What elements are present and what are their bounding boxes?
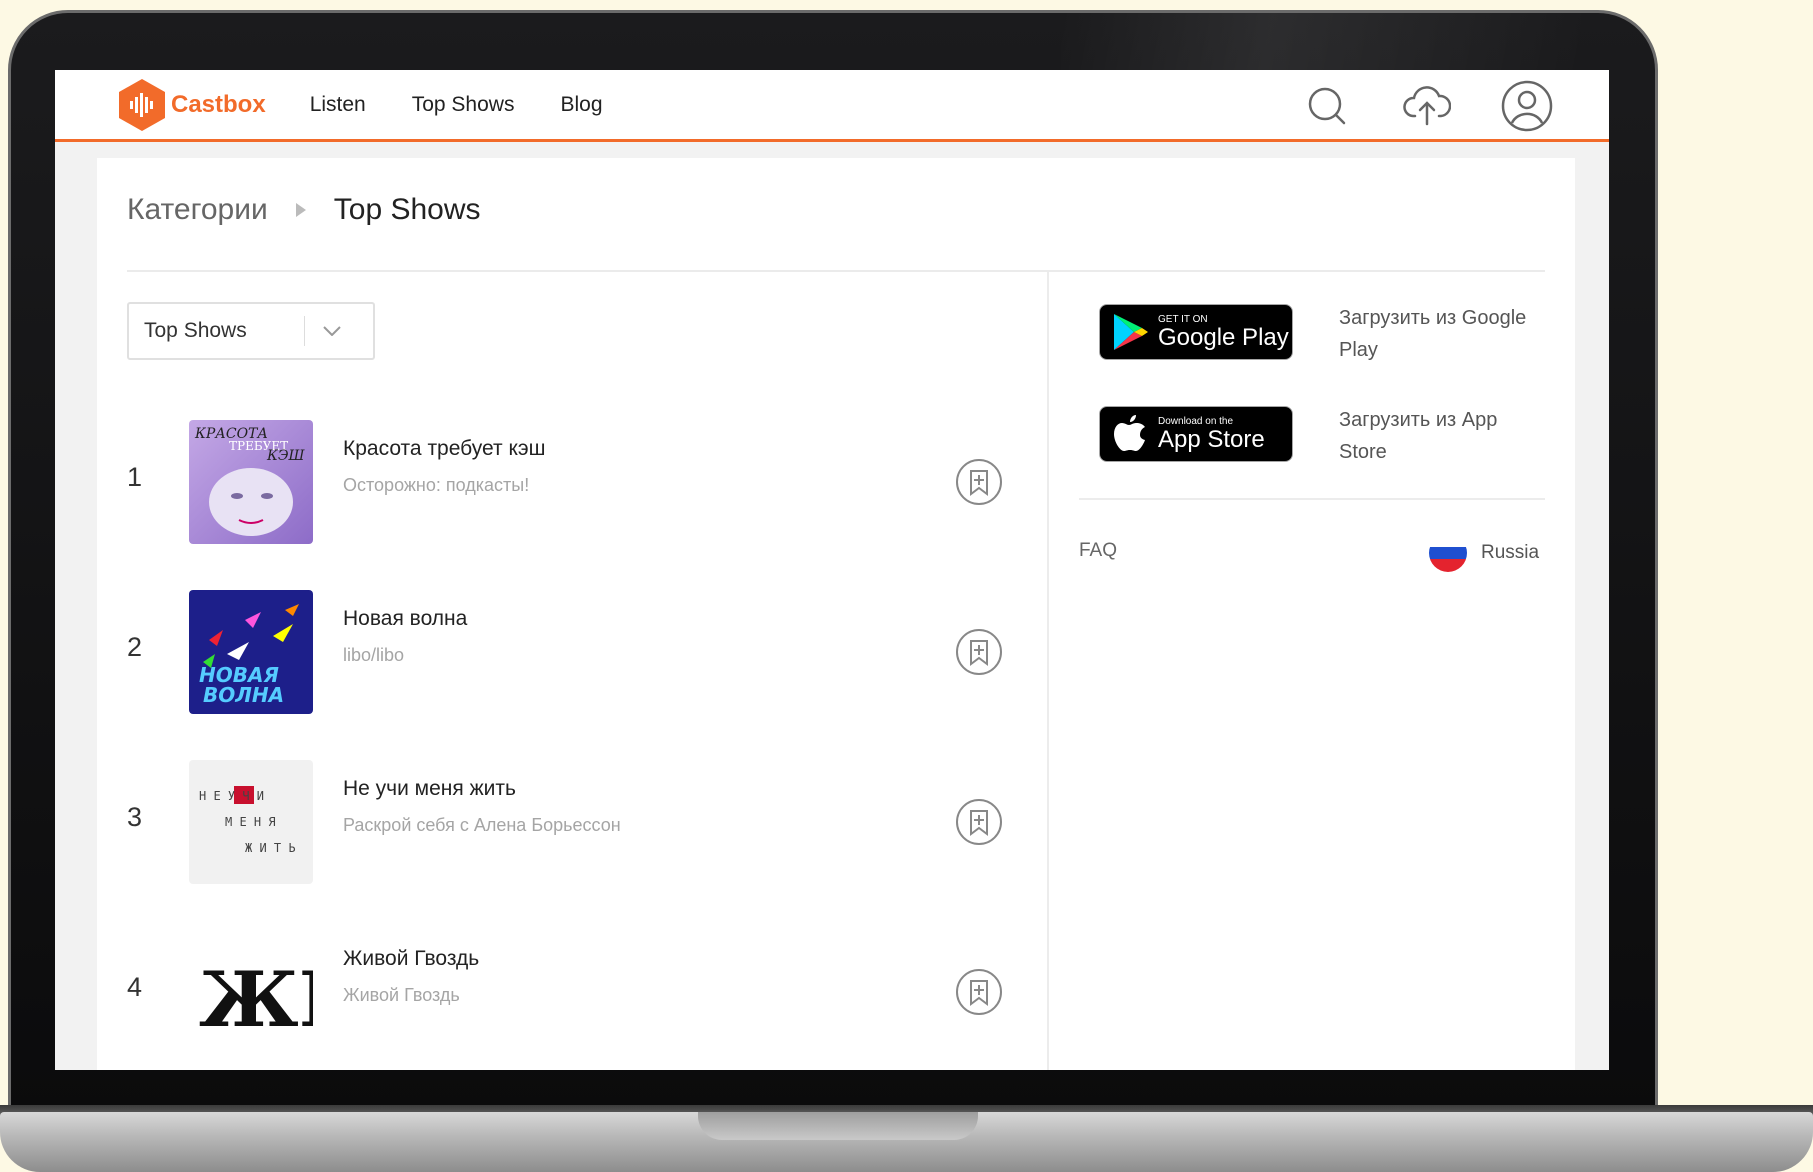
show-title[interactable]: Новая волна [343, 607, 467, 631]
show-rank: 4 [127, 972, 143, 1002]
show-row[interactable]: 2 НОВАЯ ВОЛНА Новая волна libo/libo [127, 590, 1045, 716]
sidebar-column: GET IT ON Google Play Загрузить из Googl… [1049, 272, 1545, 1070]
svg-text:ЖГ: ЖГ [199, 955, 313, 1044]
chevron-down-icon [323, 326, 341, 336]
google-play-caption[interactable]: Загрузить из Google Play [1339, 302, 1539, 366]
svg-text:Н Е У Ч И: Н Е У Ч И [199, 789, 264, 803]
account-icon [1501, 80, 1553, 132]
show-author[interactable]: libo/libo [343, 645, 404, 666]
app-store-caption[interactable]: Загрузить из App Store [1339, 404, 1539, 468]
region-selector[interactable]: Russia [1429, 534, 1539, 572]
google-play-badge[interactable]: GET IT ON Google Play [1099, 304, 1293, 360]
show-cover-image[interactable]: ЖГ [189, 930, 313, 1054]
dropdown-separator [304, 316, 305, 346]
sidebar-divider [1079, 498, 1545, 500]
lid-sheen [1061, 13, 1581, 73]
cover-art: КРАСОТА ТРЕБУЕТ КЭШ [189, 420, 313, 544]
app-store-badge[interactable]: Download on the App Store [1099, 406, 1293, 462]
logo-text: Castbox [171, 90, 266, 118]
dropdown-value: Top Shows [144, 319, 247, 342]
subscribe-bookmark-icon[interactable] [955, 798, 1003, 846]
svg-text:М Е Н Я: М Е Н Я [225, 815, 276, 829]
show-row[interactable]: 4 ЖГ Живой Гвоздь Живой Гвоздь [127, 930, 1045, 1056]
show-cover-image[interactable]: Н Е У Ч И М Е Н Я Ж И Т Ь [189, 760, 313, 884]
badge-big-text: Google Play [1158, 323, 1289, 351]
search-icon [1308, 87, 1346, 125]
upload-icon [1403, 86, 1451, 126]
upload-button[interactable] [1399, 78, 1455, 134]
russia-flag-icon [1429, 534, 1467, 572]
show-rank: 2 [127, 632, 143, 662]
content-card: Категории Top Shows Top Shows 1 КРАСОТА … [97, 158, 1575, 1070]
show-author[interactable]: Осторожно: подкасты! [343, 475, 529, 496]
laptop-notch [698, 1112, 978, 1140]
header-actions [1299, 78, 1555, 134]
faq-link[interactable]: FAQ [1079, 540, 1117, 562]
show-author[interactable]: Раскрой себя с Алена Борьессон [343, 815, 621, 836]
show-cover-image[interactable]: КРАСОТА ТРЕБУЕТ КЭШ [189, 420, 313, 544]
show-rank: 3 [127, 802, 143, 832]
show-row[interactable]: 1 КРАСОТА ТРЕБУЕТ КЭШ Красота требует кэ… [127, 420, 1045, 546]
show-rank: 1 [127, 462, 143, 492]
show-title[interactable]: Живой Гвоздь [343, 947, 479, 971]
show-title[interactable]: Не учи меня жить [343, 777, 516, 801]
category-dropdown[interactable]: Top Shows [127, 302, 375, 360]
site-header: Castbox Listen Top Shows Blog [55, 70, 1609, 142]
svg-text:ВОЛНА: ВОЛНА [203, 683, 284, 707]
account-button[interactable] [1499, 78, 1555, 134]
cover-art: ЖГ [189, 930, 313, 1054]
subscribe-bookmark-icon[interactable] [955, 458, 1003, 506]
main-nav: Listen Top Shows Blog [310, 93, 603, 117]
nav-top-shows[interactable]: Top Shows [412, 93, 515, 117]
subscribe-bookmark-icon[interactable] [955, 628, 1003, 676]
castbox-logo-icon [119, 78, 165, 131]
cover-art: НОВАЯ ВОЛНА [189, 590, 313, 714]
badge-small-text: GET IT ON [1158, 313, 1208, 325]
breadcrumb-current: Top Shows [333, 193, 481, 226]
apple-icon [1114, 415, 1145, 451]
cover-art: Н Е У Ч И М Е Н Я Ж И Т Ь [189, 760, 313, 884]
svg-text:Ж И Т Ь: Ж И Т Ь [245, 841, 296, 855]
browser-screen: Castbox Listen Top Shows Blog Категории … [55, 70, 1609, 1070]
svg-text:КЭШ: КЭШ [266, 448, 306, 464]
show-author[interactable]: Живой Гвоздь [343, 985, 460, 1006]
nav-blog[interactable]: Blog [560, 93, 602, 117]
search-button[interactable] [1299, 78, 1355, 134]
castbox-logo[interactable]: Castbox [119, 78, 266, 131]
show-title[interactable]: Красота требует кэш [343, 437, 545, 461]
show-row[interactable]: 3 Н Е У Ч И М Е Н Я Ж И Т Ь Не учи меня … [127, 760, 1045, 886]
shows-list-column: Top Shows 1 КРАСОТА ТРЕБУЕТ КЭШ Красота … [127, 272, 1045, 1070]
region-label: Russia [1481, 542, 1540, 563]
google-play-icon [1114, 314, 1148, 350]
breadcrumb-arrow-icon [295, 203, 306, 217]
badge-small-text: Download on the [1158, 415, 1234, 427]
subscribe-bookmark-icon[interactable] [955, 968, 1003, 1016]
breadcrumb: Категории Top Shows [127, 188, 481, 232]
nav-listen[interactable]: Listen [310, 93, 366, 117]
breadcrumb-categories[interactable]: Категории [127, 193, 268, 227]
show-cover-image[interactable]: НОВАЯ ВОЛНА [189, 590, 313, 714]
badge-big-text: App Store [1158, 425, 1265, 453]
